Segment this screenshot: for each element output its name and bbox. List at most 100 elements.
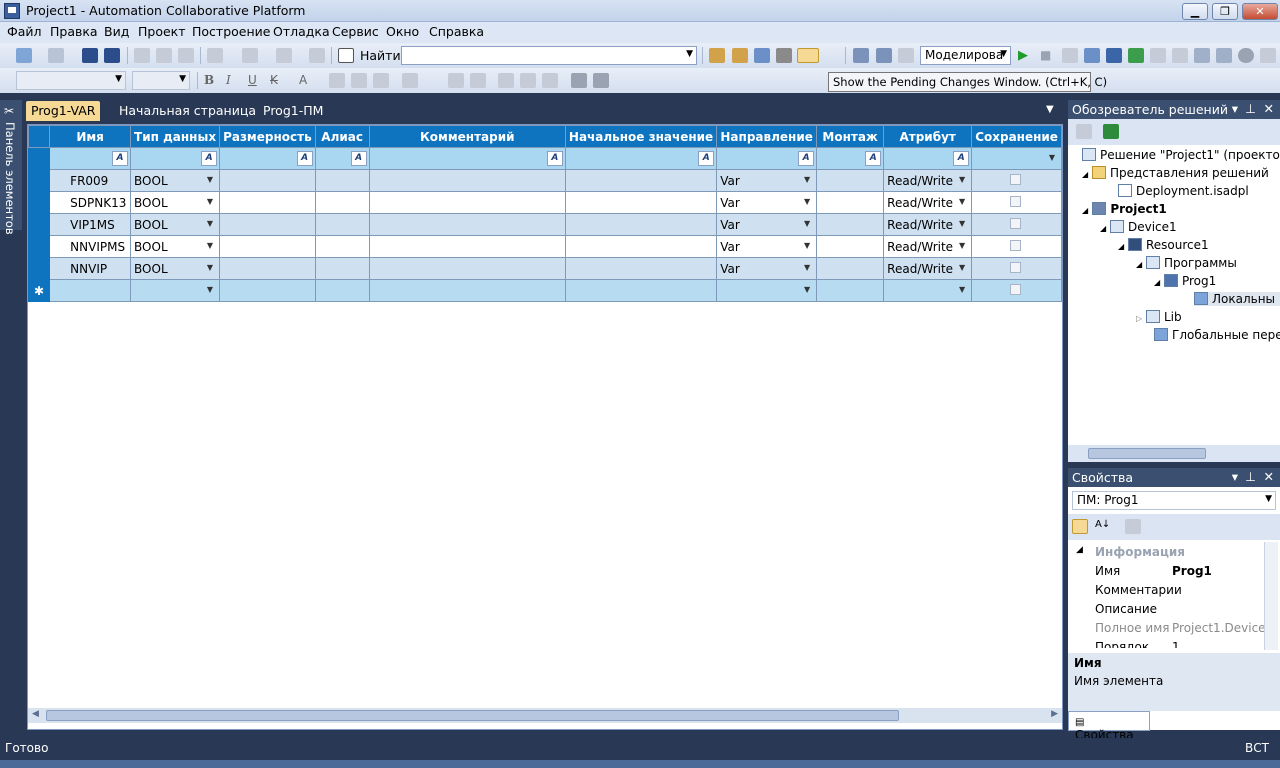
toolbox-icon[interactable] (776, 48, 792, 63)
cell-retain[interactable] (971, 257, 1062, 280)
cell-dimension[interactable] (219, 279, 316, 302)
close-icon[interactable]: ✕ (1264, 469, 1274, 484)
tree-programs[interactable]: ◢ Программы (1136, 256, 1237, 270)
col-header-name[interactable]: Имя (49, 125, 132, 148)
tree-resource[interactable]: ◢ Resource1 (1118, 238, 1209, 252)
cell-comment[interactable] (368, 235, 566, 258)
grid-icon[interactable] (853, 48, 869, 63)
cell-attribute[interactable]: Read/Write ▼ (883, 235, 973, 258)
tab-start-page[interactable]: Начальная страница (114, 101, 261, 121)
property-pages-icon[interactable] (1125, 519, 1141, 534)
new-project-icon[interactable] (16, 48, 32, 63)
align-left-icon[interactable] (329, 73, 345, 88)
filter-cell[interactable]: ▼A (314, 147, 370, 170)
col-header-type[interactable]: Тип данных (130, 125, 221, 148)
row-selector[interactable] (27, 257, 51, 280)
col-header-retain[interactable]: Сохранение (971, 125, 1062, 148)
cell-alias[interactable] (314, 191, 370, 214)
cell-dimension[interactable] (219, 169, 316, 192)
outdent-icon[interactable] (520, 73, 536, 88)
collapse-arrow-icon[interactable]: ◢ (1076, 545, 1083, 555)
tree-lib[interactable]: ▷ Lib (1136, 310, 1182, 324)
col-header-alias[interactable]: Алиас (314, 125, 370, 148)
cell-initial-value[interactable] (564, 257, 718, 280)
properties-vscrollbar[interactable] (1264, 542, 1278, 650)
tab-prog1-var[interactable]: Prog1-VAR (26, 101, 101, 121)
col-header-attribute[interactable]: Атрибут (883, 125, 973, 148)
col-header-direction[interactable]: Направление (716, 125, 818, 148)
stop-icon[interactable]: ■ (1040, 48, 1056, 63)
cell-wiring[interactable] (816, 235, 885, 258)
cell-name[interactable]: FR009 (49, 169, 132, 192)
table-row[interactable]: VIP1MS BOOL ▼ Var ▼ Read/Write ▼ (27, 213, 1062, 236)
row-selector[interactable] (27, 147, 51, 170)
minimize-button[interactable]: ▁ (1182, 3, 1208, 20)
col-header-comment[interactable]: Комментарий (368, 125, 566, 148)
cell-comment[interactable] (368, 257, 566, 280)
filter-cell[interactable]: ▼A (816, 147, 885, 170)
cell-name[interactable]: VIP1MS (49, 213, 132, 236)
menu-project[interactable]: Проект (138, 24, 186, 39)
cell-initial-value[interactable] (564, 191, 718, 214)
navigate-back-icon[interactable] (276, 48, 292, 63)
cell-wiring[interactable] (816, 257, 885, 280)
filter-cell[interactable]: ▼A (368, 147, 566, 170)
cell-retain[interactable] (971, 191, 1062, 214)
cut-icon[interactable] (134, 48, 150, 63)
cell-comment[interactable] (368, 191, 566, 214)
cell-type[interactable]: BOOL ▼ (130, 191, 221, 214)
navigate-forward-icon[interactable] (309, 48, 325, 63)
cell-alias[interactable] (314, 257, 370, 280)
pin-icon[interactable]: ⊥ (1245, 469, 1256, 484)
upload-icon[interactable] (1172, 48, 1188, 63)
online-icon[interactable] (1128, 48, 1144, 63)
filter-cell[interactable]: ▼A (716, 147, 818, 170)
tree-prog1[interactable]: ◢ Prog1 (1154, 274, 1216, 288)
mode-select[interactable]: Моделирова ▼ (920, 46, 1011, 65)
col-header-initial-value[interactable]: Начальное значение (564, 125, 718, 148)
download-icon[interactable] (1150, 48, 1166, 63)
cell-attribute[interactable]: Read/Write ▼ (883, 257, 973, 280)
pane-menu-icon[interactable]: ▾ (1232, 469, 1238, 484)
menu-help[interactable]: Справка (429, 24, 484, 39)
font-name-select[interactable]: ▼ (16, 71, 126, 90)
font-size-select[interactable]: ▼ (132, 71, 190, 90)
underline-icon[interactable]: U (248, 73, 264, 88)
cold-restart-icon[interactable] (1194, 48, 1210, 63)
table-format-icon[interactable] (542, 73, 558, 88)
cell-name[interactable]: NNVIPMS (49, 235, 132, 258)
tree-local-vars[interactable]: Локальны (1194, 292, 1280, 306)
copy-icon[interactable] (156, 48, 172, 63)
menu-build[interactable]: Построение (192, 24, 270, 39)
step-out-icon[interactable] (1106, 48, 1122, 63)
cell-dimension[interactable] (219, 257, 316, 280)
deploy-icon[interactable] (898, 48, 914, 63)
cell-attribute[interactable]: Read/Write ▼ (883, 213, 973, 236)
close-icon[interactable]: ✕ (1264, 101, 1274, 116)
undo-icon[interactable] (207, 48, 223, 63)
tab-dropdown-icon[interactable]: ▼ (1046, 104, 1054, 115)
cell-type[interactable]: BOOL ▼ (130, 235, 221, 258)
indent-icon[interactable] (498, 73, 514, 88)
cell-attribute[interactable]: Read/Write ▼ (883, 169, 973, 192)
table-row[interactable]: NNVIPMS BOOL ▼ Var ▼ Read/Write ▼ (27, 235, 1062, 258)
clear-format-icon[interactable] (470, 73, 486, 88)
add-item-icon[interactable] (48, 48, 64, 63)
menu-tools[interactable]: Сервис (332, 24, 379, 39)
align-center-icon[interactable] (351, 73, 367, 88)
scrollbar-thumb[interactable] (1088, 448, 1206, 459)
cell-initial-value[interactable] (564, 169, 718, 192)
menu-file[interactable]: Файл (7, 24, 42, 39)
cell-initial-value[interactable] (564, 235, 718, 258)
cell-type[interactable]: BOOL ▼ (130, 169, 221, 192)
cell-direction[interactable]: Var ▼ (716, 235, 818, 258)
align-right-icon[interactable] (373, 73, 389, 88)
cell-alias[interactable] (314, 235, 370, 258)
cell-dimension[interactable] (219, 191, 316, 214)
filter-cell[interactable]: ▼ (971, 147, 1062, 170)
cell-type[interactable]: BOOL ▼ (130, 213, 221, 236)
warm-restart-icon[interactable] (1216, 48, 1232, 63)
row-selector[interactable] (27, 235, 51, 258)
new-row-marker[interactable]: ✱ (27, 279, 51, 302)
filter-cell[interactable]: ▼A (49, 147, 132, 170)
